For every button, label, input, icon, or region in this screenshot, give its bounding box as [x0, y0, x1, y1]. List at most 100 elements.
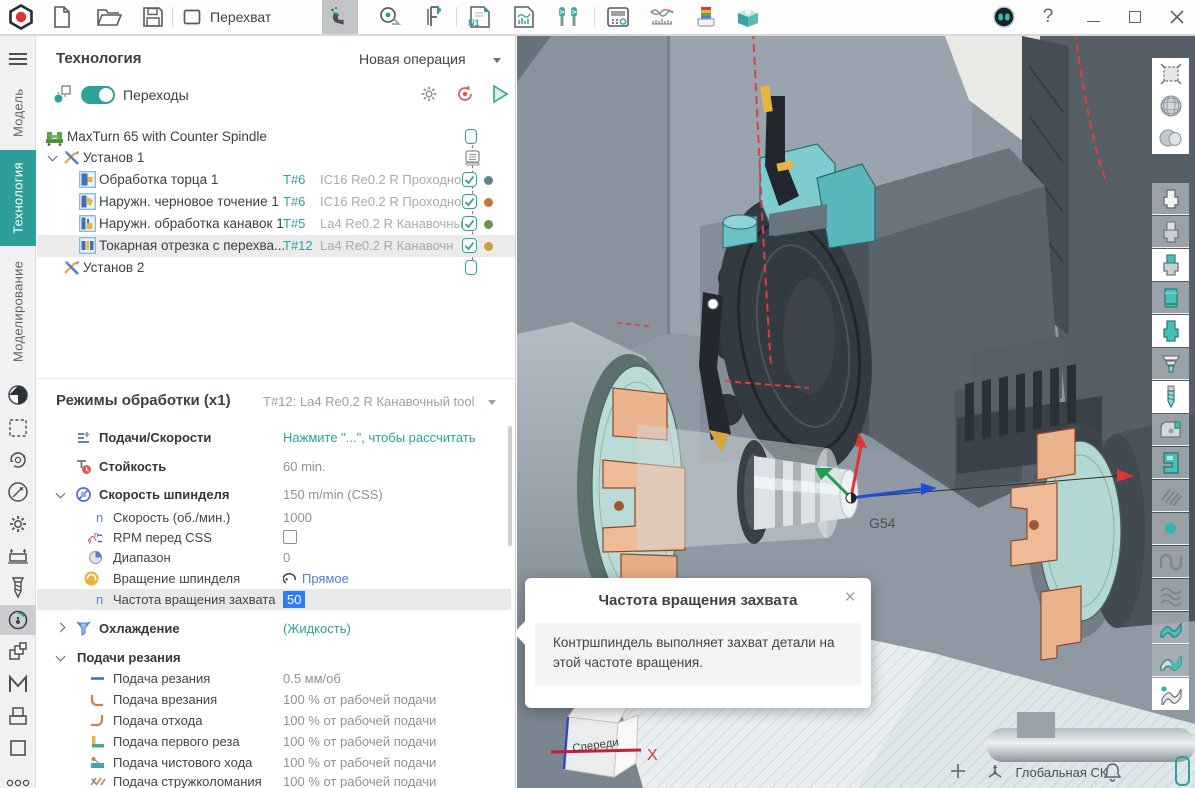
operation-enabled-checkbox[interactable] [462, 216, 477, 231]
transitions-toggle[interactable] [81, 86, 115, 104]
app-logo[interactable] [5, 0, 37, 34]
param-row-spindle-speed[interactable]: Скорость шпинделя 150 m/min (CSS) [37, 484, 511, 505]
operation-enabled-checkbox[interactable] [462, 172, 477, 187]
tools-button[interactable] [548, 0, 588, 34]
show-stock-button[interactable] [1152, 249, 1189, 281]
show-meshes-button[interactable] [1152, 579, 1189, 611]
copies-button[interactable] [0, 637, 36, 667]
tree-row-operation-1[interactable]: Обработка торца 1 T#6 IC16 Re0.2 R Прохо… [37, 169, 516, 191]
show-part-button[interactable] [1152, 282, 1189, 314]
zoom-fit-button[interactable] [1152, 58, 1189, 90]
zoom-slider-handle[interactable] [1175, 756, 1190, 786]
show-workpiece-outline-button[interactable] [1152, 183, 1189, 215]
show-result-button[interactable] [1152, 348, 1189, 380]
measure-button[interactable] [372, 0, 408, 34]
close-button[interactable] [1160, 0, 1194, 34]
tree-row-machine[interactable]: MaxTurn 65 with Counter Spindle [37, 126, 516, 148]
viewport-3d[interactable]: G54 Спереди X [517, 36, 1195, 788]
maximize-button[interactable] [1118, 0, 1152, 34]
notifications-button[interactable] [1103, 762, 1122, 787]
show-surfaces-button[interactable] [1152, 612, 1189, 644]
settings-button[interactable] [0, 509, 36, 539]
collapse-icon[interactable] [56, 652, 66, 662]
param-row-grab-rpm-selected[interactable]: n Частота вращения захвата 50 [37, 589, 511, 610]
operation-enabled-checkbox[interactable] [462, 194, 477, 209]
show-points-button[interactable] [1152, 513, 1189, 545]
caliper-button[interactable] [416, 0, 452, 34]
add-csys-button[interactable] [949, 762, 967, 785]
tree-row-operation-4-selected[interactable]: Токарная отрезка с перехва... T#12 La4 R… [37, 235, 516, 257]
workpiece-setup-button[interactable] [0, 541, 36, 571]
tool-button[interactable] [0, 573, 36, 603]
show-fixture-button[interactable] [1152, 414, 1189, 446]
rotation-direction-value[interactable]: Прямое [302, 571, 349, 586]
param-row-feeds-speeds[interactable]: Подачи/Скорости Нажмите "...", чтобы рас… [37, 427, 511, 448]
selection-frame-button[interactable] [0, 413, 36, 443]
tooltip-close-button[interactable]: × [841, 589, 859, 607]
csys-selector[interactable]: Глобальная СК [985, 762, 1107, 782]
report-button[interactable] [506, 0, 542, 34]
main-menu-button[interactable] [0, 44, 36, 74]
operation-enabled-checkbox[interactable] [462, 238, 477, 253]
tab-model[interactable]: Модель [0, 82, 36, 144]
show-machined-part-button[interactable] [1152, 315, 1189, 347]
save-button[interactable] [136, 0, 170, 34]
machining-modes-button[interactable] [0, 605, 36, 635]
help-button[interactable]: ? [1032, 0, 1064, 34]
param-row-range[interactable]: Диапазон 0 [37, 547, 511, 568]
param-row-tool-life[interactable]: Стойкость 60 min. [37, 456, 511, 477]
simulate-button[interactable] [490, 83, 510, 110]
tree-row-setup2[interactable]: Установ 2 [37, 257, 516, 279]
calculator-button[interactable] [600, 0, 636, 34]
param-row-cut-feed[interactable]: Подача резания 0.5 мм/об [37, 668, 511, 689]
grab-rpm-input[interactable]: 50 [283, 591, 305, 608]
blank-part-button[interactable] [1152, 122, 1189, 154]
sphere-view-button[interactable] [1152, 90, 1189, 122]
show-faces-button[interactable] [1152, 645, 1189, 677]
stock-button[interactable] [0, 701, 36, 731]
param-row-coolant[interactable]: Охлаждение (Жидкость) [37, 618, 511, 639]
param-row-finish-pass-feed[interactable]: Подача чистового хода 100 % от рабочей п… [37, 752, 511, 773]
rotate-view-button[interactable] [0, 445, 36, 475]
magnet-snap-button[interactable] [322, 0, 358, 34]
tab-technology[interactable]: Технология [0, 150, 36, 246]
sketch-button[interactable] [0, 477, 36, 507]
new-operation-dropdown[interactable]: Новая операция [359, 51, 501, 67]
more-options-button[interactable] [0, 768, 36, 788]
tool-layers-button[interactable] [688, 0, 724, 34]
tree-row-operation-2[interactable]: Наружн. черновое точение 1 T#6 IC16 Re0.… [37, 191, 516, 213]
show-curves-button[interactable] [1152, 546, 1189, 578]
macro-button[interactable] [0, 669, 36, 699]
recalculate-button[interactable] [455, 84, 475, 109]
param-row-spindle-rotation[interactable]: Вращение шпинделя Прямое [37, 568, 511, 589]
tab-simulation[interactable]: Моделирование [0, 250, 36, 372]
param-row-chipbreak-feed[interactable]: Подача стружколомания 100 % от рабочей п… [37, 771, 511, 788]
tool-selector-dropdown[interactable]: T#12: La4 Re0.2 R Канавочный tool [263, 394, 496, 409]
assistant-button[interactable] [988, 0, 1020, 34]
show-machine-button[interactable] [1152, 447, 1189, 479]
operation-settings-button[interactable] [419, 84, 439, 109]
shading-mode-button[interactable] [0, 380, 36, 410]
param-row-retract-feed[interactable]: Подача отхода 100 % от рабочей подачи [37, 710, 511, 731]
minimize-button[interactable] [1076, 0, 1110, 34]
collapse-icon[interactable] [56, 489, 66, 499]
part-box-button[interactable] [730, 0, 766, 34]
rpm-before-css-checkbox[interactable] [283, 530, 297, 544]
param-row-rpm-before-css[interactable]: n v RPM перед CSS [37, 527, 511, 548]
plane-button[interactable] [0, 733, 36, 763]
show-tool-button[interactable] [1152, 381, 1189, 413]
show-workpiece-button[interactable] [1152, 216, 1189, 248]
param-row-rpm[interactable]: n Скорость (об./мин.) 1000 [37, 507, 511, 528]
param-row-plunge-feed[interactable]: Подача врезания 100 % от рабочей подачи [37, 689, 511, 710]
new-file-button[interactable] [45, 0, 79, 34]
gcode-button[interactable]: N1 [462, 0, 498, 34]
calculate-link[interactable]: Нажмите "...", чтобы рассчитать [283, 430, 476, 445]
param-row-first-cut-feed[interactable]: Подача первого реза 100 % от рабочей под… [37, 731, 511, 752]
param-group-cutting-feeds[interactable]: Подачи резания [37, 647, 511, 668]
collapse-icon[interactable] [48, 152, 58, 162]
tree-row-setup1[interactable]: Установ 1 [37, 147, 516, 169]
signal-graph-button[interactable] [644, 0, 680, 34]
open-file-button[interactable] [92, 0, 126, 34]
expand-icon[interactable] [56, 623, 66, 633]
show-selected-surface-button[interactable] [1152, 678, 1189, 710]
